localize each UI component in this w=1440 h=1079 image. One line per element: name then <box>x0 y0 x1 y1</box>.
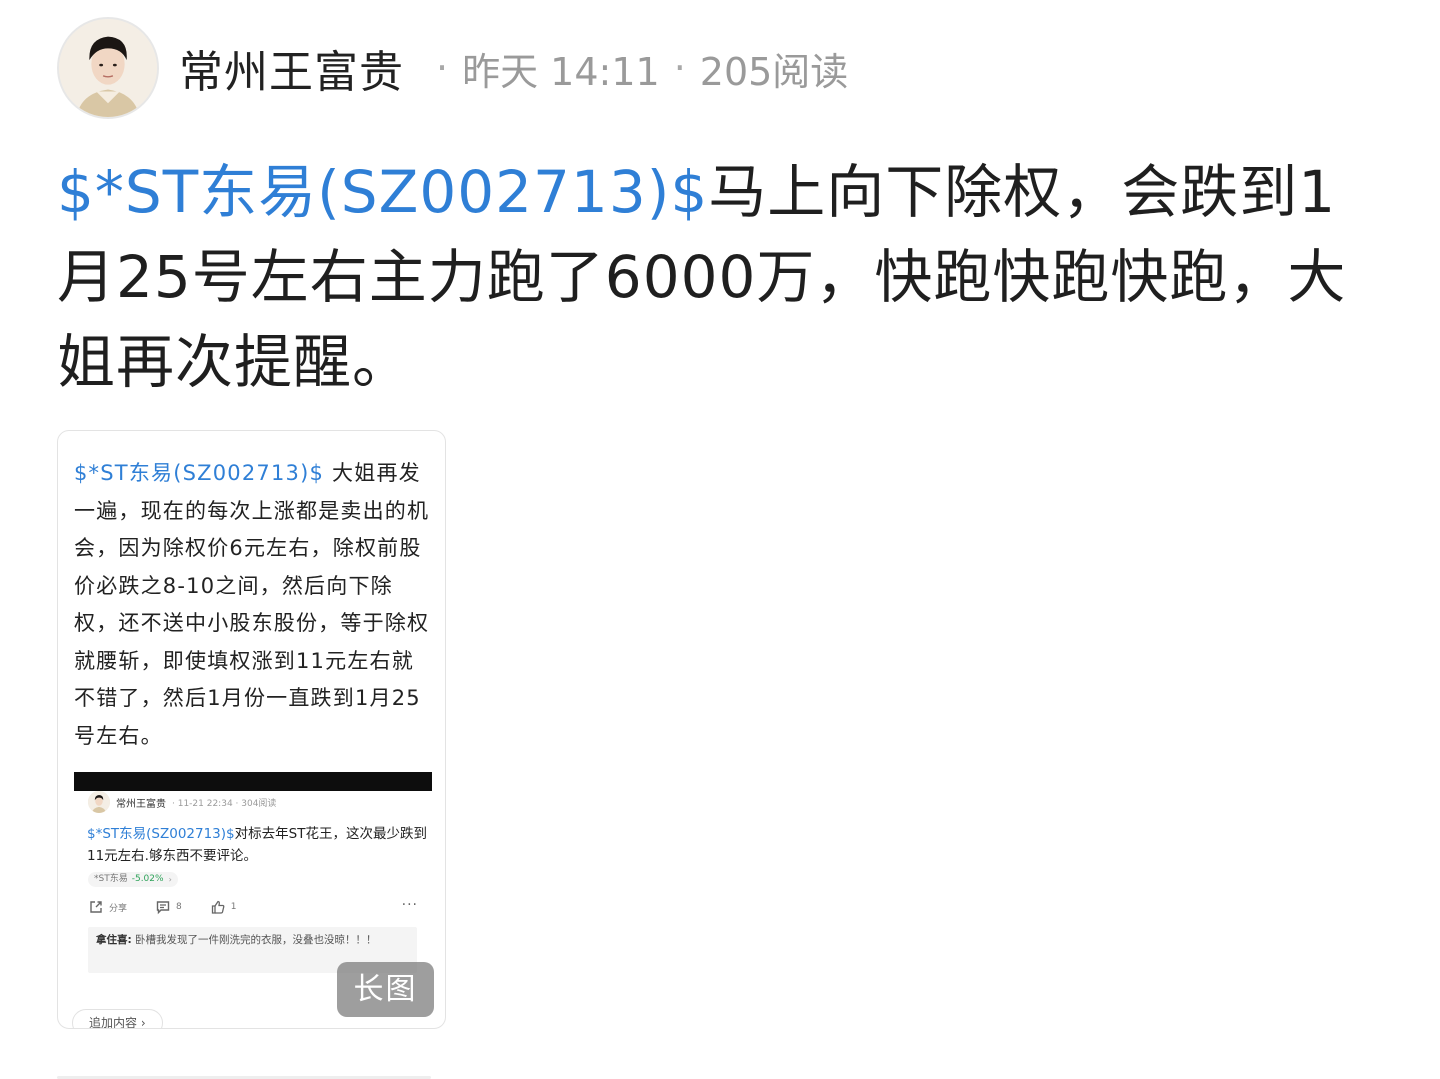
read-count: 205阅读 <box>699 49 849 94</box>
comment-action: 8 <box>155 899 182 915</box>
nested-avatar-icon <box>88 791 110 813</box>
nested-stock-link: $*ST东易(SZ002713)$ <box>87 826 235 842</box>
post-page: 常州王富贵 · 昨天 14:11 · 205阅读 $*ST东易(SZ002713… <box>0 0 1440 1079</box>
comment-author: 拿住喜: <box>96 934 132 946</box>
quote-change: -5.02% <box>131 874 164 884</box>
nested-avatar <box>88 791 110 813</box>
author-avatar[interactable] <box>57 17 159 119</box>
card-text: $*ST东易(SZ002713)$ 大姐再发一遍，现在的每次上涨都是卖出的机会，因… <box>74 455 434 755</box>
card-stock-link: $*ST东易(SZ002713)$ <box>74 461 325 485</box>
author-name[interactable]: 常州王富贵 <box>179 36 404 100</box>
post-body: $*ST东易(SZ002713)$马上向下除权，会跌到1月25号左右主力跑了60… <box>57 150 1387 405</box>
post-meta: · 昨天 14:11 · 205阅读 <box>422 41 848 96</box>
comment-count: 8 <box>176 902 182 912</box>
nested-meta: · 11-21 22:34 · 304阅读 <box>172 798 277 809</box>
long-image-badge: 长图 <box>337 962 434 1017</box>
like-action: 1 <box>210 899 237 915</box>
stock-link[interactable]: $*ST东易(SZ002713)$ <box>57 158 708 226</box>
avatar-portrait-icon <box>59 19 157 117</box>
stock-quote-tag: *ST东易 -5.02% › <box>88 872 178 887</box>
post-header: 常州王富贵 · 昨天 14:11 · 205阅读 <box>57 17 848 119</box>
share-action: 分享 <box>88 899 127 915</box>
nested-author-name: 常州王富贵 <box>116 798 166 810</box>
nested-action-bar: 分享 8 1 ··· <box>88 897 418 917</box>
more-icon: ··· <box>401 897 418 913</box>
comment-icon <box>156 901 170 915</box>
quote-name: *ST东易 <box>94 874 128 884</box>
meta-separator: · <box>673 46 686 90</box>
add-content-button: 追加内容 › <box>72 1009 163 1028</box>
post-image-card[interactable]: $*ST东易(SZ002713)$ 大姐再发一遍，现在的每次上涨都是卖出的机会，因… <box>57 430 446 1029</box>
thumbs-up-icon <box>211 900 225 914</box>
comment-text: 卧槽我发现了一件刚洗完的衣服，没叠也没晾！！！ <box>131 934 377 946</box>
screenshot-top-bar <box>74 772 432 791</box>
card-body-text: 大姐再发一遍，现在的每次上涨都是卖出的机会，因为除权价6元左右，除权前股价必跌之… <box>74 461 430 748</box>
meta-separator: · <box>436 46 449 90</box>
post-time: 昨天 14:11 <box>462 49 660 94</box>
nested-post-header: 常州王富贵 · 11-21 22:34 · 304阅读 <box>88 791 276 813</box>
share-icon <box>90 901 102 913</box>
nested-post-text: $*ST东易(SZ002713)$对标去年ST花王，这次最少跌到11元左右.够东… <box>87 823 427 867</box>
chevron-right-icon: › <box>168 875 172 884</box>
share-label: 分享 <box>109 903 128 914</box>
like-count: 1 <box>230 902 237 912</box>
